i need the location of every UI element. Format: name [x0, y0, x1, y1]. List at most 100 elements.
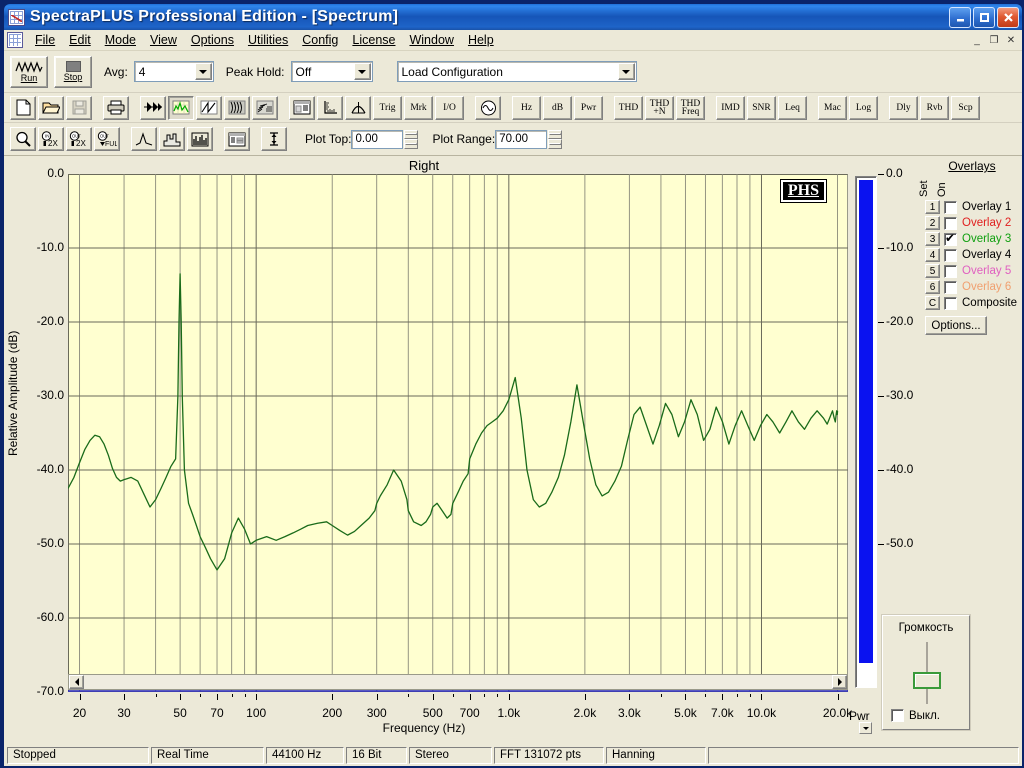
thd-n-button[interactable]: THD +N: [645, 95, 674, 120]
peak-hold-chevron-down-icon[interactable]: [353, 63, 371, 80]
avg-combo-chevron-down-icon[interactable]: [194, 63, 212, 80]
area-plot-icon[interactable]: [159, 127, 185, 151]
overlay-enable-checkbox-1[interactable]: [944, 200, 957, 214]
overlay-enable-checkbox-4[interactable]: [944, 248, 957, 262]
overlay-set-button-2[interactable]: 2: [925, 216, 940, 230]
hz-button[interactable]: Hz: [512, 95, 541, 120]
plot-top-stepper[interactable]: [404, 129, 419, 149]
new-file-icon[interactable]: [10, 95, 36, 120]
imd-button[interactable]: IMD: [716, 95, 745, 120]
save-file-icon[interactable]: [66, 95, 92, 120]
menu-config[interactable]: Config: [295, 31, 345, 49]
print-icon[interactable]: [103, 95, 129, 120]
snr-button[interactable]: SNR: [747, 95, 776, 120]
overlay-set-button-6[interactable]: 6: [925, 280, 940, 294]
overlay-enable-checkbox-5[interactable]: [944, 264, 957, 278]
plot-range-stepper-up[interactable]: [548, 129, 563, 139]
chart-horizontal-scrollbar[interactable]: [68, 674, 848, 690]
menu-options[interactable]: Options: [184, 31, 241, 49]
autoscale-icon[interactable]: [261, 127, 287, 151]
menu-help[interactable]: Help: [461, 31, 501, 49]
overlay-set-button-1[interactable]: 1: [925, 200, 940, 214]
line-plot-icon[interactable]: [131, 127, 157, 151]
signal-generator-icon[interactable]: [475, 95, 501, 120]
power-meter-label: Pwr: [849, 709, 870, 723]
mdi-child-icon[interactable]: [7, 32, 23, 48]
scope-button[interactable]: Scp: [951, 95, 980, 120]
scroll-right-button[interactable]: [832, 675, 847, 689]
mdi-minimize-button[interactable]: _: [969, 32, 985, 48]
minimize-button[interactable]: [949, 6, 971, 28]
menu-mode[interactable]: Mode: [98, 31, 143, 49]
overlay-enable-checkbox-2[interactable]: [944, 216, 957, 230]
overlay-enable-checkbox-6[interactable]: [944, 280, 957, 294]
zoom-out-2x-icon[interactable]: OUT 2X: [66, 127, 92, 151]
avg-combo[interactable]: 4: [133, 61, 214, 82]
menu-file[interactable]: File: [28, 31, 62, 49]
menu-license[interactable]: License: [345, 31, 402, 49]
zoom-out-full-icon[interactable]: OUT FULL: [94, 127, 120, 151]
marker-button[interactable]: Mrk: [404, 95, 433, 120]
peak-hold-combo[interactable]: Off: [290, 61, 373, 82]
plot-range-input[interactable]: 70.00: [495, 129, 548, 149]
volume-mute-row[interactable]: Выкл.: [891, 709, 940, 722]
peak-icon[interactable]: [345, 95, 371, 120]
plot-range-stepper[interactable]: [548, 129, 563, 149]
stop-button[interactable]: Stop: [54, 55, 92, 88]
delay-button[interactable]: Dly: [889, 95, 918, 120]
spectrogram-icon[interactable]: [224, 95, 250, 120]
menu-edit[interactable]: Edit: [62, 31, 98, 49]
load-configuration-chevron-down-icon[interactable]: [617, 63, 635, 80]
plot-range-stepper-down[interactable]: [548, 139, 563, 149]
close-button[interactable]: [997, 6, 1019, 28]
volume-slider-thumb[interactable]: [913, 672, 941, 689]
plot-top-stepper-up[interactable]: [404, 129, 419, 139]
plot-top-stepper-down[interactable]: [404, 139, 419, 149]
chart-canvas: [68, 174, 848, 692]
time-series-icon[interactable]: [196, 95, 222, 120]
spectrum-chart[interactable]: PHS: [68, 174, 848, 692]
trigger-button[interactable]: Trig: [373, 95, 402, 120]
status-run-state: Stopped: [7, 746, 149, 764]
overlays-options-button[interactable]: Options...: [925, 316, 987, 335]
zoom-in-2x-icon[interactable]: IN 2X: [38, 127, 64, 151]
scroll-left-button[interactable]: [69, 675, 84, 689]
mdi-close-button[interactable]: ✕: [1003, 32, 1019, 48]
load-configuration-combo[interactable]: Load Configuration: [396, 61, 637, 82]
overlay-set-button-5[interactable]: 5: [925, 264, 940, 278]
spectrum-plot-icon[interactable]: [168, 95, 194, 120]
svg-text:IN: IN: [45, 134, 50, 139]
io-button[interactable]: I/O: [435, 95, 464, 120]
thd-button[interactable]: THD: [614, 95, 643, 120]
db-button[interactable]: dB: [543, 95, 572, 120]
menu-window[interactable]: Window: [402, 31, 460, 49]
log-button[interactable]: Log: [849, 95, 878, 120]
menu-utilities[interactable]: Utilities: [241, 31, 295, 49]
reverb-button[interactable]: Rvb: [920, 95, 949, 120]
3d-surface-icon[interactable]: [252, 95, 278, 120]
plot-top-input[interactable]: 0.00: [351, 129, 404, 149]
overlay-set-button-3[interactable]: 3: [925, 232, 940, 246]
overlay-enable-checkbox-3[interactable]: [944, 231, 957, 246]
stop-button-label: Stop: [63, 72, 83, 82]
overlay-enable-checkbox-C[interactable]: [944, 296, 957, 310]
thd-freq-button[interactable]: THD Freq: [676, 95, 705, 120]
maximize-button[interactable]: [973, 6, 995, 28]
mac-button[interactable]: Mac: [818, 95, 847, 120]
mdi-restore-button[interactable]: ❐: [986, 32, 1002, 48]
zoom-icon[interactable]: [10, 127, 36, 151]
volume-mute-checkbox[interactable]: [891, 709, 904, 722]
leq-button[interactable]: Leq: [778, 95, 807, 120]
open-file-icon[interactable]: [38, 95, 64, 120]
overlay-set-button-4[interactable]: 4: [925, 248, 940, 262]
menu-view[interactable]: View: [143, 31, 184, 49]
power-meter-stepper[interactable]: [859, 722, 872, 734]
data-window-icon[interactable]: [289, 95, 315, 120]
scale-icon[interactable]: [317, 95, 343, 120]
power-button[interactable]: Pwr: [574, 95, 603, 120]
run-button[interactable]: Run: [10, 55, 48, 88]
bar-plot-icon[interactable]: [187, 127, 213, 151]
fast-forward-icon[interactable]: [140, 95, 166, 120]
table-view-icon[interactable]: [224, 127, 250, 151]
overlay-set-button-C[interactable]: C: [925, 296, 940, 310]
